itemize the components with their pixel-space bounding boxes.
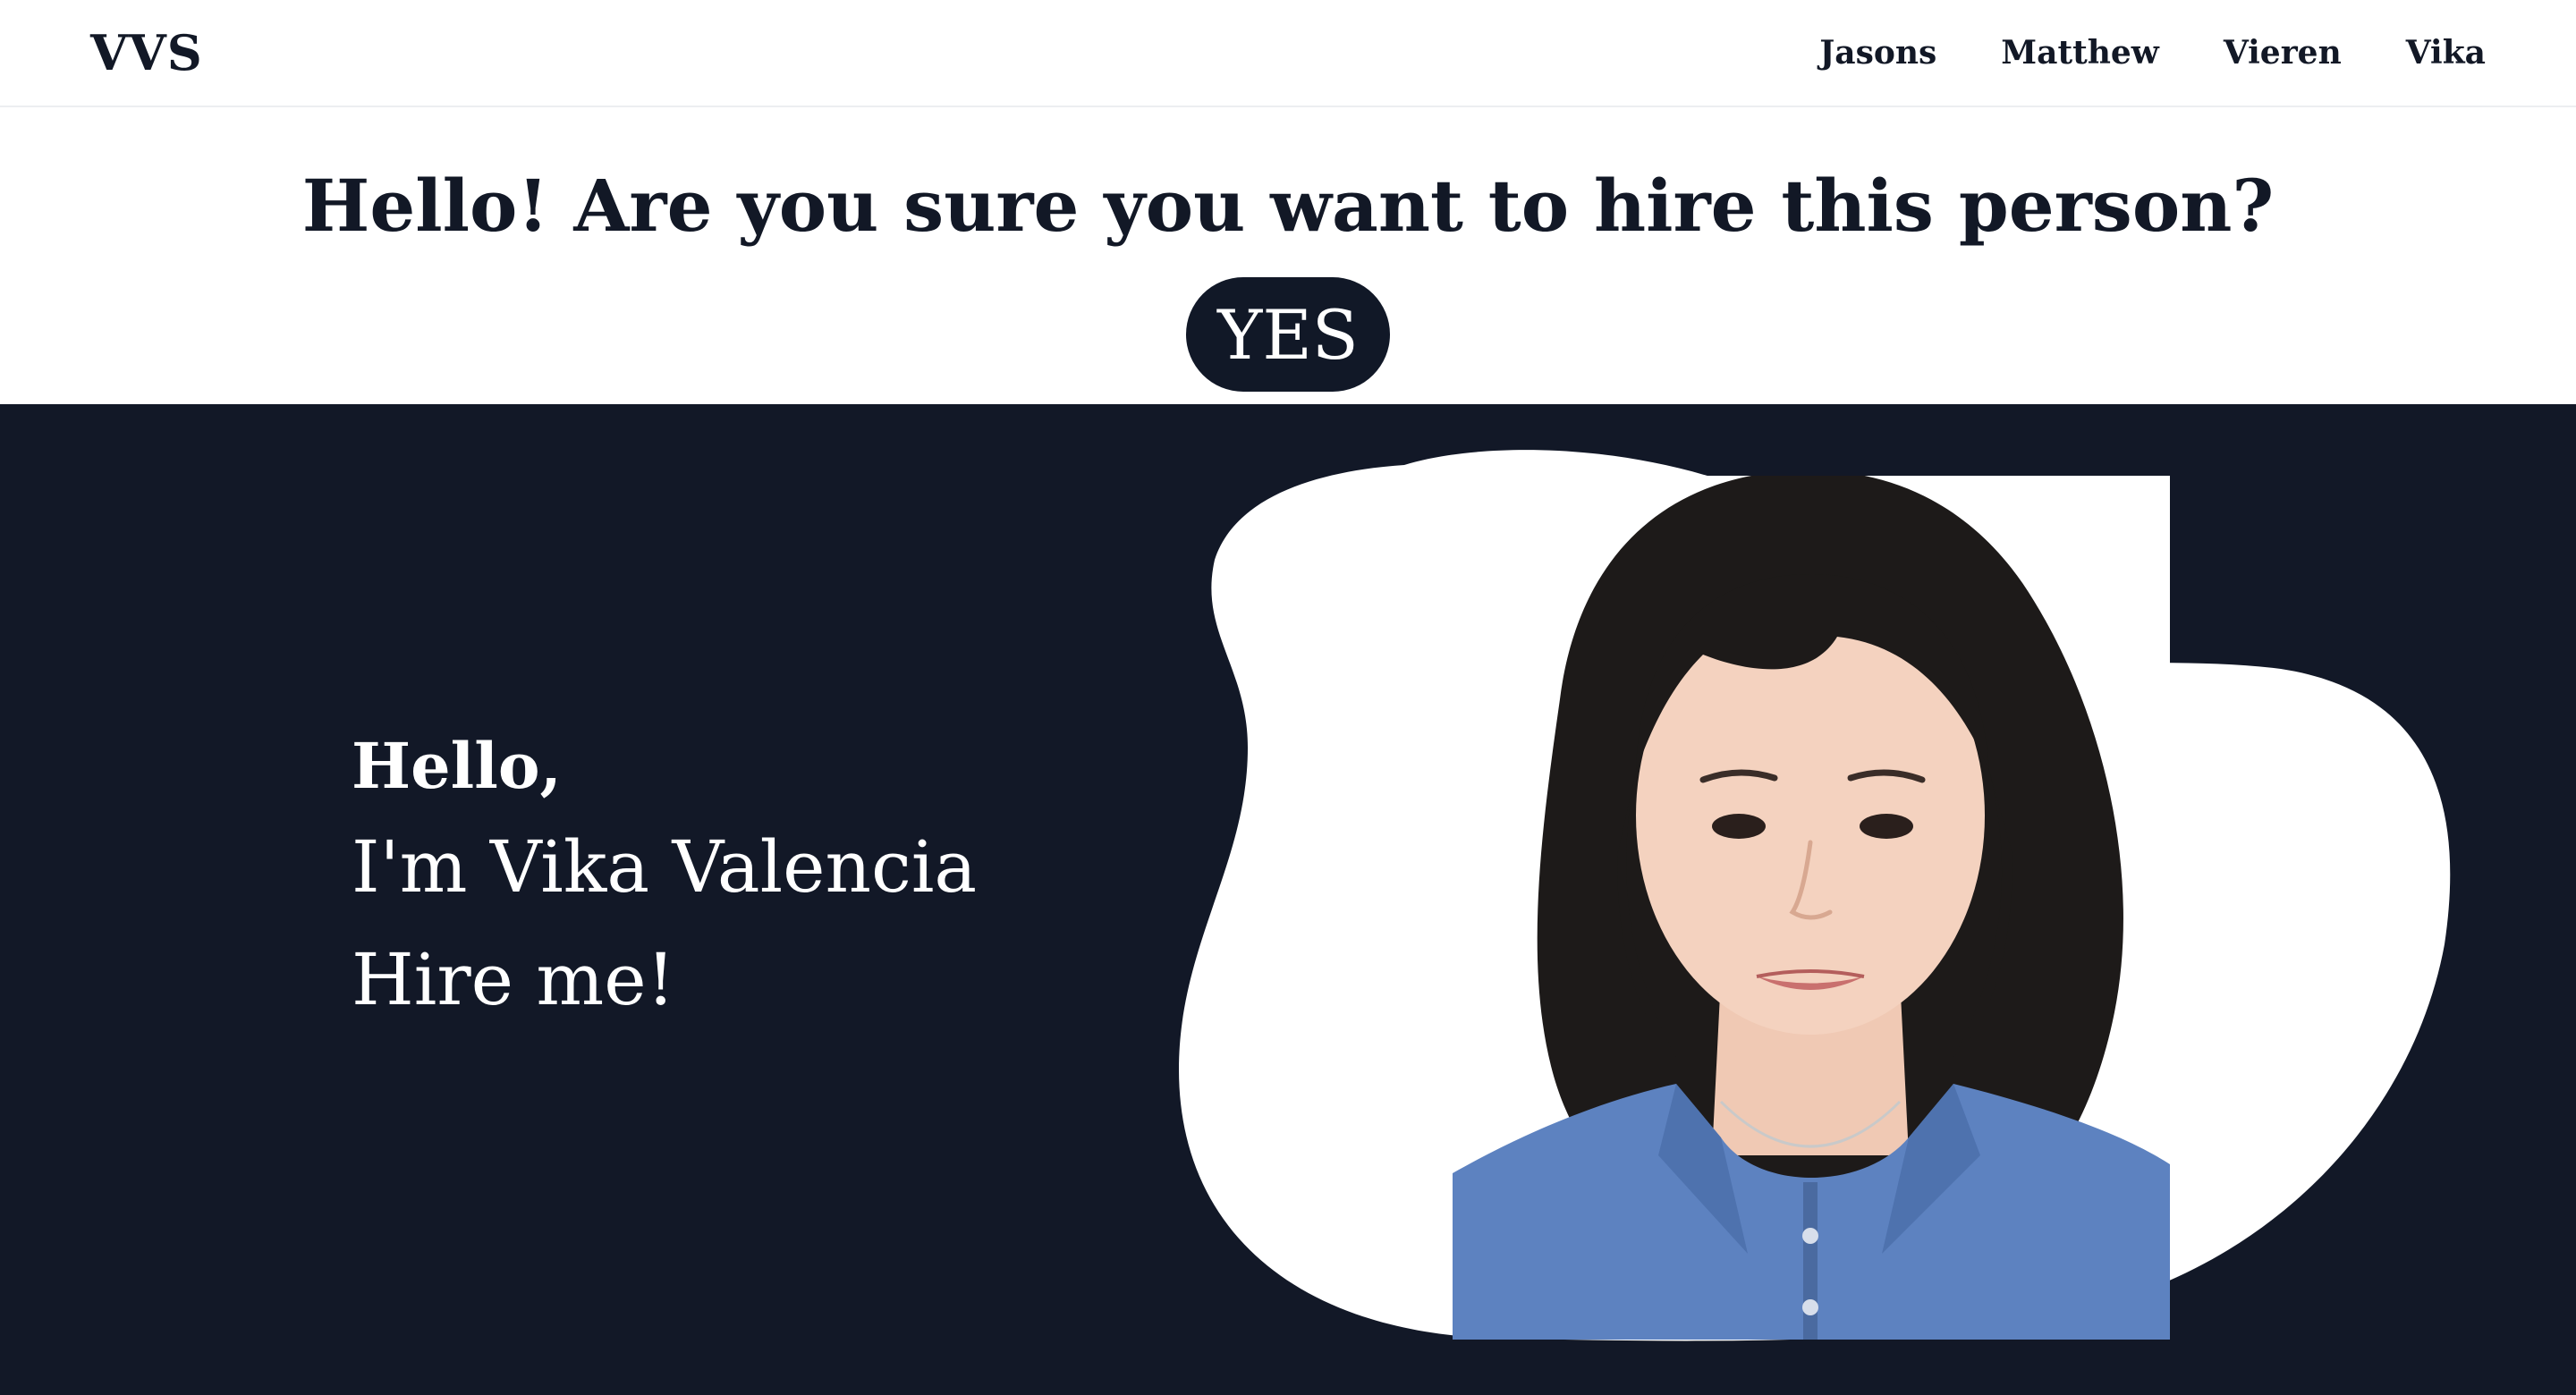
hero-greeting: Hello,	[352, 729, 562, 803]
hero-cta-text: Hire me!	[352, 938, 675, 1021]
portrait-illustration	[1453, 476, 2170, 1340]
confirmation-question: Hello! Are you sure you want to hire thi…	[301, 164, 2275, 248]
nav-link-vieren[interactable]: Vieren	[2224, 34, 2342, 72]
hero-section: Hello, I'm Vika Valencia Hire me!	[0, 404, 2576, 1395]
nav-link-vika[interactable]: Vika	[2406, 34, 2486, 72]
yes-button[interactable]: YES	[1186, 277, 1390, 392]
profile-photo	[1453, 476, 2170, 1340]
hire-confirmation: Hello! Are you sure you want to hire thi…	[0, 109, 2576, 404]
brand-logo[interactable]: VVS	[90, 24, 203, 81]
nav-link-jasons[interactable]: Jasons	[1819, 34, 1936, 72]
nav-link-matthew[interactable]: Matthew	[2001, 34, 2159, 72]
hero-text: Hello, I'm Vika Valencia Hire me!	[352, 735, 977, 1016]
hero-name: I'm Vika Valencia	[352, 825, 978, 909]
top-navbar: VVS Jasons Matthew Vieren Vika	[0, 0, 2576, 107]
nav-links: Jasons Matthew Vieren Vika	[1755, 34, 2486, 72]
